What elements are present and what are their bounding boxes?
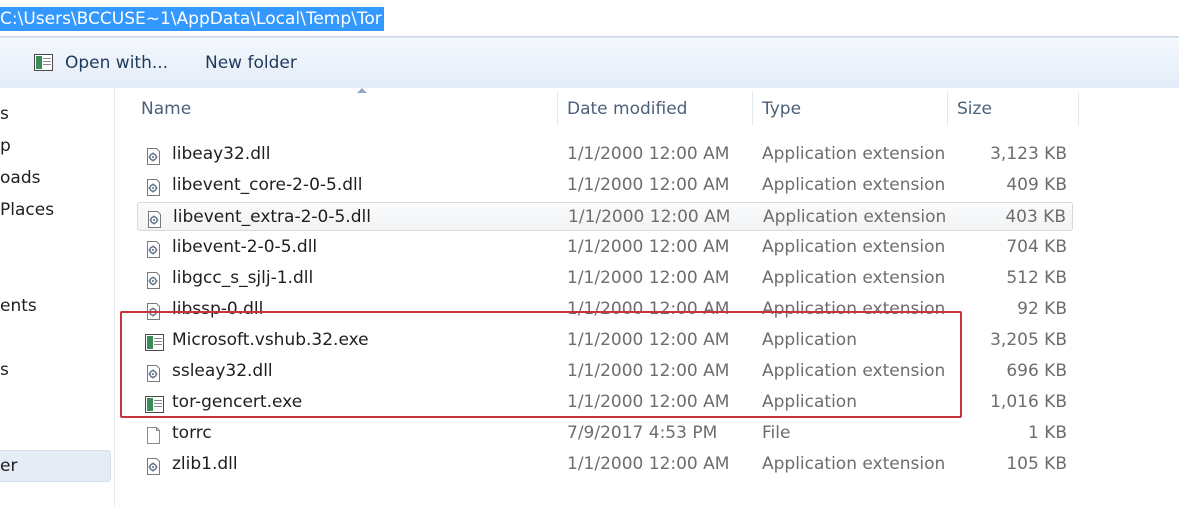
file-size: 105 KB [1006,454,1067,474]
open-with-label: Open with... [65,53,169,73]
file-size: 92 KB [1017,299,1067,319]
file-name: libgcc_s_sjlj-1.dll [172,268,314,288]
column-divider[interactable] [752,92,753,126]
nav-item-pictures-partial[interactable]: s [0,358,9,382]
file-name: libevent_extra-2-0-5.dll [173,207,371,227]
address-path-selected[interactable]: C:\Users\BCCUSE~1\AppData\Local\Temp\Tor [0,7,384,31]
file-list[interactable]: Name Date modified Type Size libeay32.dl… [115,88,1179,506]
file-size: 704 KB [1006,237,1067,257]
address-bar[interactable]: C:\Users\BCCUSE~1\AppData\Local\Temp\Tor [0,0,1179,37]
column-header-name[interactable]: Name [141,88,191,130]
file-name: libevent_core-2-0-5.dll [172,175,363,195]
file-name: torrc [172,423,212,443]
dll-file-icon [145,177,162,196]
dll-file-icon [146,209,163,228]
table-row[interactable]: libgcc_s_sjlj-1.dll 1/1/2000 12:00 AM Appl… [137,264,1073,293]
column-header-size[interactable]: Size [957,88,992,130]
file-type: Application extension [762,268,946,288]
command-toolbar: Open with... New folder [0,37,1179,89]
file-date-modified: 1/1/2000 12:00 AM [567,454,730,474]
navigation-pane[interactable]: s p oads Places ents s er [0,88,115,506]
nav-item-desktop2-partial[interactable]: p [0,134,11,158]
nav-item-documents-partial[interactable]: ents [0,294,37,318]
file-size: 512 KB [1006,268,1067,288]
file-date-modified: 1/1/2000 12:00 AM [567,175,730,195]
dll-file-icon [145,270,162,289]
dll-file-icon [145,456,162,475]
nav-item-computer-partial[interactable]: er [0,454,17,478]
file-type: Application extension [762,144,946,164]
file-size: 696 KB [1006,361,1067,381]
dll-file-icon [145,146,162,165]
column-divider[interactable] [1078,92,1079,126]
table-row-hovered[interactable]: libevent_extra-2-0-5.dll 1/1/2000 12:00 A… [137,202,1073,231]
column-header-date-modified[interactable]: Date modified [567,88,687,130]
file-date-modified: 7/9/2017 4:53 PM [567,423,718,443]
nav-item-recent-places-partial[interactable]: Places [0,198,54,222]
file-size: 403 KB [1005,207,1066,227]
column-divider[interactable] [947,92,948,126]
file-name: libevent-2-0-5.dll [172,237,318,257]
file-type: File [762,423,791,443]
file-size: 1,016 KB [990,392,1067,412]
file-type: Application extension [762,454,946,474]
red-highlight-box [120,311,962,418]
file-date-modified: 1/1/2000 12:00 AM [568,207,731,227]
file-date-modified: 1/1/2000 12:00 AM [567,268,730,288]
file-size: 409 KB [1006,175,1067,195]
nav-item-downloads-partial[interactable]: oads [0,166,40,190]
file-date-modified: 1/1/2000 12:00 AM [567,144,730,164]
column-divider[interactable] [557,92,558,126]
dll-file-icon [145,239,162,258]
file-size: 1 KB [1027,423,1067,443]
table-row[interactable]: libevent-2-0-5.dll 1/1/2000 12:00 AM Appli… [137,233,1073,262]
nav-item-desktop-partial[interactable]: s [0,102,9,126]
file-size: 3,205 KB [990,330,1067,350]
column-header-type[interactable]: Type [762,88,801,130]
table-row[interactable]: zlib1.dll 1/1/2000 12:00 AM Application ex… [137,450,1073,479]
table-row[interactable]: libevent_core-2-0-5.dll 1/1/2000 12:00 AM… [137,171,1073,200]
file-name: libeay32.dll [172,144,271,164]
file-type: Application extension [762,237,946,257]
file-name: zlib1.dll [172,454,238,474]
file-type: Application extension [763,207,947,227]
table-row[interactable]: torrc 7/9/2017 4:53 PM File 1 KB [137,419,1073,448]
file-type: Application extension [762,175,946,195]
application-icon [34,54,53,71]
column-header-row: Name Date modified Type Size [135,88,1079,130]
table-row[interactable]: libeay32.dll 1/1/2000 12:00 AM Application… [137,140,1073,169]
sort-ascending-icon [357,88,367,93]
blank-file-icon [145,425,162,444]
file-date-modified: 1/1/2000 12:00 AM [567,237,730,257]
new-folder-button[interactable]: New folder [205,50,297,76]
file-size: 3,123 KB [990,144,1067,164]
